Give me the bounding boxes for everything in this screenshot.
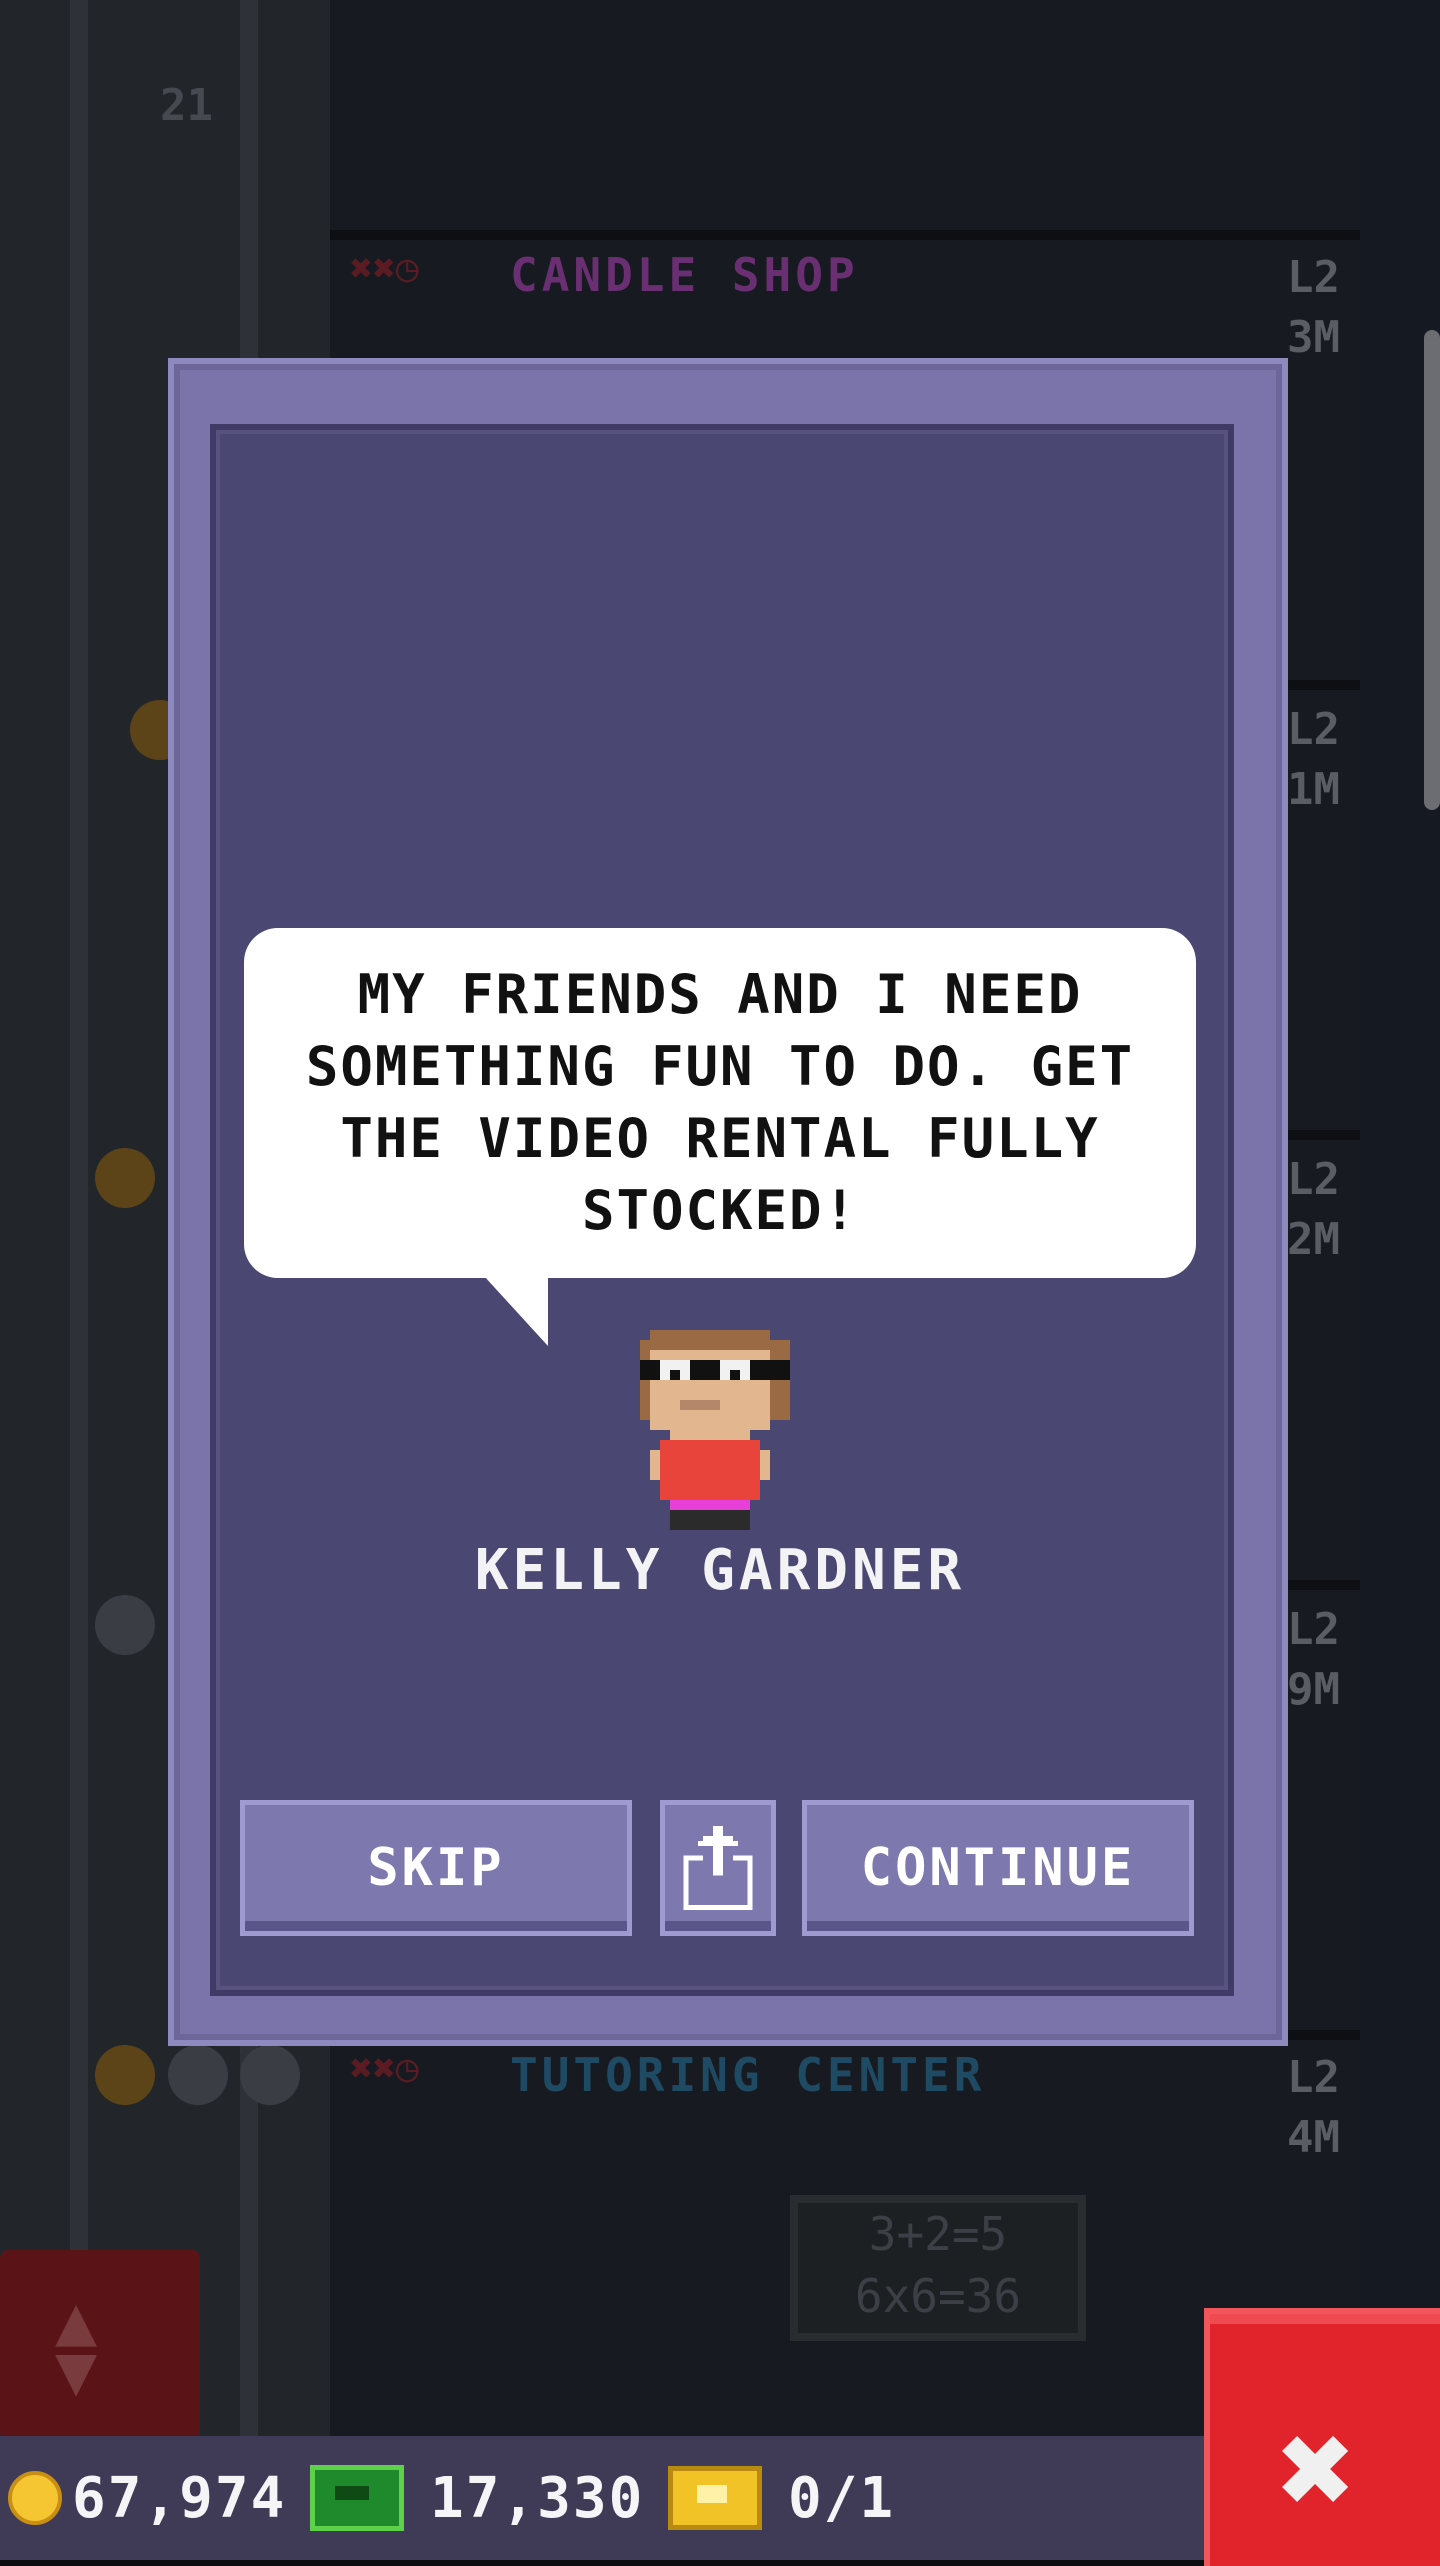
- share-icon: [683, 1826, 753, 1910]
- floor-level: L2 2M: [1287, 1154, 1340, 1265]
- tickets-counter[interactable]: 0/1: [668, 2436, 895, 2560]
- coin-icon: [8, 2471, 62, 2525]
- coins-counter[interactable]: 67,974: [8, 2436, 286, 2560]
- floor-level: L2 3M: [1287, 252, 1340, 363]
- bux-value: 17,330: [430, 2465, 645, 2531]
- continue-label: CONTINUE: [860, 1838, 1136, 1898]
- dialog-message: MY FRIENDS AND I NEED SOMETHING FUN TO D…: [305, 963, 1135, 1242]
- tickets-value: 0/1: [788, 2465, 896, 2531]
- continue-button[interactable]: CONTINUE: [802, 1800, 1194, 1936]
- floor-name: TUTORING CENTER: [510, 2048, 986, 2102]
- floor-number: 21: [160, 80, 213, 131]
- speech-bubble: MY FRIENDS AND I NEED SOMETHING FUN TO D…: [244, 928, 1196, 1278]
- share-button[interactable]: [660, 1800, 776, 1936]
- shaft-rail: [70, 0, 88, 2560]
- floor-name: CANDLE SHOP: [510, 248, 859, 302]
- floor-level: L2 1M: [1287, 704, 1340, 815]
- floor-level: L2 4M: [1287, 2052, 1340, 2163]
- golden-ticket-icon: [668, 2466, 762, 2530]
- floor-level: L2 9M: [1287, 1604, 1340, 1715]
- star-icon: [95, 1148, 155, 1208]
- skip-button[interactable]: SKIP: [240, 1800, 632, 1936]
- bux-icon: [310, 2465, 404, 2531]
- close-button[interactable]: ✖: [1204, 2308, 1440, 2566]
- coins-value: 67,974: [72, 2465, 287, 2531]
- character-name: KELLY GARDNER: [474, 1538, 966, 1603]
- chalkboard-line: 6x6=36: [854, 2269, 1022, 2323]
- floor-row[interactable]: [330, 0, 1360, 240]
- scroll-indicator[interactable]: [1424, 330, 1440, 810]
- chalkboard-line: 3+2=5: [868, 2207, 1008, 2261]
- up-down-arrows-icon: ▲ ▼: [55, 2279, 98, 2411]
- star-icon: [95, 1595, 155, 1655]
- chalkboard: 3+2=5 6x6=36: [790, 2195, 1086, 2341]
- skip-label: SKIP: [367, 1838, 505, 1898]
- bux-counter[interactable]: 17,330: [310, 2436, 644, 2560]
- bitizen-character-avatar: [640, 1330, 790, 1530]
- star-icon: [168, 2045, 228, 2105]
- floor-status-icons: ✖✖◷: [350, 246, 419, 290]
- star-icon: [240, 2045, 300, 2105]
- star-icon: [95, 2045, 155, 2105]
- elevator-control-button[interactable]: ▲ ▼: [0, 2250, 200, 2440]
- close-icon: ✖: [1278, 2393, 1357, 2545]
- speech-bubble-tail: [484, 1276, 548, 1346]
- floor-status-icons: ✖✖◷: [350, 2046, 419, 2090]
